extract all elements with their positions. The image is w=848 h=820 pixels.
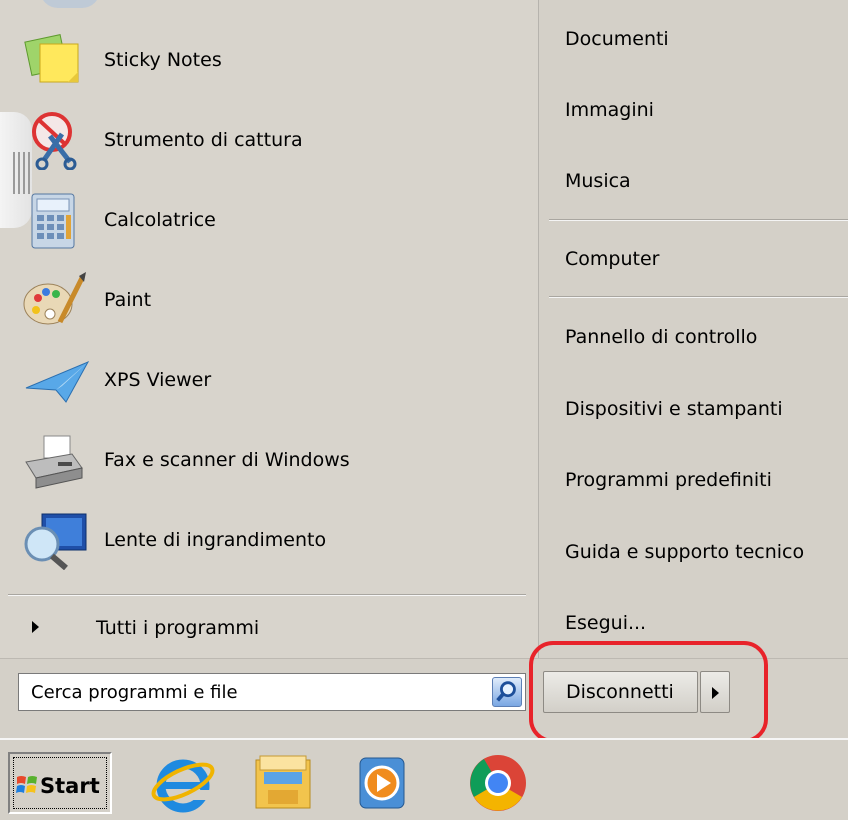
- internet-explorer-icon[interactable]: [150, 750, 216, 816]
- right-item-pictures[interactable]: Immagini: [565, 101, 654, 120]
- calculator-icon: [31, 193, 75, 249]
- program-label: Fax e scanner di Windows: [104, 449, 350, 471]
- right-item-devices-printers[interactable]: Dispositivi e stampanti: [565, 400, 783, 419]
- program-label: Sticky Notes: [104, 49, 222, 71]
- program-label: Strumento di cattura: [104, 129, 303, 151]
- program-label: Calcolatrice: [104, 209, 216, 231]
- search-icon: [496, 681, 516, 702]
- fax-scanner-icon: [25, 435, 83, 489]
- start-label: Start: [40, 774, 100, 798]
- right-item-computer[interactable]: Computer: [565, 250, 659, 269]
- right-item-run[interactable]: Esegui...: [565, 614, 646, 633]
- paint-icon: [23, 272, 86, 325]
- search-input[interactable]: Cerca programmi e file: [18, 673, 526, 711]
- file-explorer-icon[interactable]: [250, 750, 316, 816]
- sticky-notes-icon: [24, 34, 79, 83]
- all-programs-label: Tutti i programmi: [96, 617, 260, 639]
- windows-logo-icon: [16, 776, 37, 793]
- places-pane: Documenti Immagini Musica Computer Panne…: [538, 0, 848, 658]
- right-item-default-programs[interactable]: Programmi predefiniti: [565, 471, 772, 490]
- triangle-right-icon: [32, 621, 39, 633]
- partial-program-icon: [40, 0, 100, 8]
- xps-viewer-icon: [25, 360, 90, 403]
- search-placeholder: Cerca programmi e file: [31, 682, 238, 703]
- program-item-sticky-notes[interactable]: Sticky Notes: [22, 32, 522, 90]
- program-item-fax-scanner[interactable]: Fax e scanner di Windows: [22, 432, 522, 490]
- snipping-tool-icon: [32, 112, 77, 170]
- search-button[interactable]: [492, 677, 522, 707]
- program-item-snipping-tool[interactable]: Strumento di cattura: [22, 112, 522, 170]
- divider: [549, 219, 848, 221]
- media-player-icon[interactable]: [350, 750, 416, 816]
- divider: [8, 594, 526, 596]
- chrome-icon[interactable]: [465, 750, 531, 816]
- all-programs-item[interactable]: Tutti i programmi: [20, 610, 520, 646]
- right-item-help-support[interactable]: Guida e supporto tecnico: [565, 543, 804, 562]
- program-label: Paint: [104, 289, 152, 311]
- programs-pane: Sticky Notes Strumento di cattura Calcol…: [0, 0, 538, 658]
- program-item-calculator[interactable]: Calcolatrice: [22, 192, 522, 250]
- program-item-magnifier[interactable]: Lente di ingrandimento: [22, 512, 522, 570]
- right-item-control-panel[interactable]: Pannello di controllo: [565, 328, 757, 347]
- divider: [549, 296, 848, 298]
- program-item-xps-viewer[interactable]: XPS Viewer: [22, 352, 522, 410]
- right-item-music[interactable]: Musica: [565, 172, 631, 191]
- program-item-paint[interactable]: Paint: [22, 272, 522, 330]
- highlight-annotation: [529, 641, 768, 743]
- magnifier-icon: [24, 513, 87, 570]
- start-button[interactable]: Start: [8, 752, 112, 814]
- program-label: Lente di ingrandimento: [104, 529, 327, 551]
- program-label: XPS Viewer: [104, 369, 212, 391]
- taskbar: Start: [0, 738, 848, 820]
- right-item-documents[interactable]: Documenti: [565, 30, 669, 49]
